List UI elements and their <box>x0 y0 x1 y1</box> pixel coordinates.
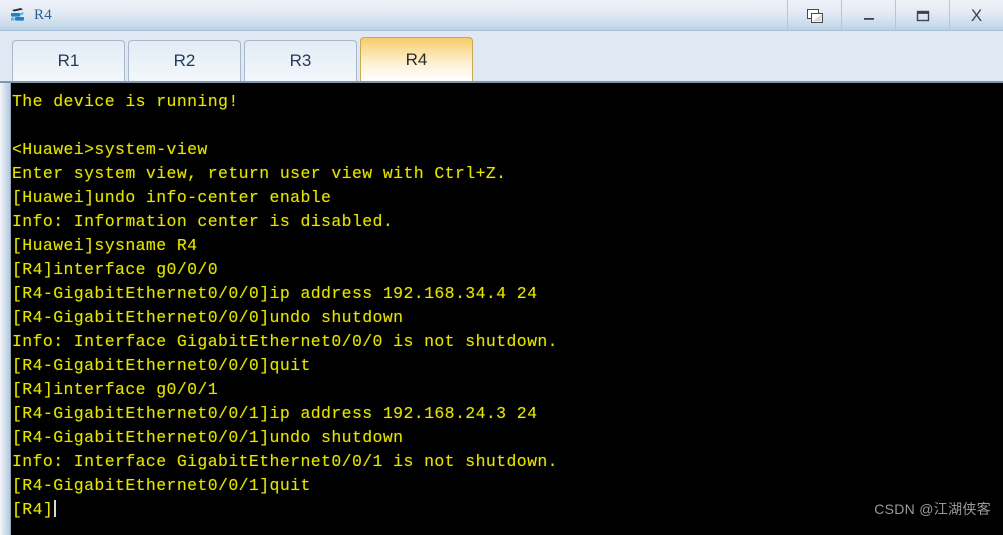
close-icon: X <box>970 6 983 25</box>
router-device-icon <box>8 5 28 25</box>
terminal-line: The device is running! <box>12 92 239 111</box>
maximize-icon <box>916 10 929 21</box>
terminal-line: [R4-GigabitEthernet0/0/0]quit <box>12 356 311 375</box>
terminal-prompt-line: [R4] <box>12 498 1003 522</box>
restore-button[interactable] <box>787 0 841 31</box>
text-cursor <box>54 500 57 517</box>
terminal-line: [R4-GigabitEthernet0/0/0]undo shutdown <box>12 308 404 327</box>
tab-r1[interactable]: R1 <box>12 40 125 81</box>
tab-label: R2 <box>173 51 196 70</box>
terminal-line: [R4-GigabitEthernet0/0/1]ip address 192.… <box>12 404 538 423</box>
tab-label: R3 <box>289 51 312 70</box>
window-title: R4 <box>34 6 52 23</box>
tab-list: R1 R2 R3 R4 <box>6 36 476 81</box>
terminal-line: [R4]interface g0/0/1 <box>12 380 219 399</box>
tab-label: R4 <box>405 49 428 69</box>
terminal-line: Info: Information center is disabled. <box>12 212 394 231</box>
terminal-line: Enter system view, return user view with… <box>12 164 507 183</box>
minimize-button[interactable] <box>841 0 895 31</box>
tabstrip: R1 R2 R3 R4 <box>0 31 1003 81</box>
terminal-output[interactable]: The device is running! <Huawei>system-vi… <box>12 83 1003 535</box>
tab-label: R1 <box>57 51 80 70</box>
window-titlebar: R4 X <box>0 0 1003 31</box>
window-controls: X <box>787 0 1003 31</box>
terminal-scrollbar[interactable] <box>0 83 11 535</box>
router-cli-window: R4 X R1 R2 R3 R4 The device is running! … <box>0 0 1003 535</box>
terminal-line: [R4]interface g0/0/0 <box>12 260 219 279</box>
maximize-button[interactable] <box>895 0 949 31</box>
terminal-line: [Huawei]sysname R4 <box>12 236 198 255</box>
terminal-prompt: [R4] <box>12 500 54 519</box>
close-button[interactable]: X <box>949 0 1003 31</box>
terminal-line: Info: Interface GigabitEthernet0/0/0 is … <box>12 332 558 351</box>
terminal-line: Info: Interface GigabitEthernet0/0/1 is … <box>12 452 558 471</box>
tab-r2[interactable]: R2 <box>128 40 241 81</box>
terminal-line: <Huawei>system-view <box>12 140 208 159</box>
terminal-line: [R4-GigabitEthernet0/0/1]undo shutdown <box>12 428 404 447</box>
terminal-line: [R4-GigabitEthernet0/0/1]quit <box>12 476 311 495</box>
watermark: CSDN @江湖侠客 <box>874 501 991 517</box>
terminal-panel: The device is running! <Huawei>system-vi… <box>0 81 1003 535</box>
terminal-line: [R4-GigabitEthernet0/0/0]ip address 192.… <box>12 284 538 303</box>
tab-r3[interactable]: R3 <box>244 40 357 81</box>
tab-r4[interactable]: R4 <box>360 37 473 81</box>
restore-icon <box>806 8 823 23</box>
terminal-line: [Huawei]undo info-center enable <box>12 188 332 207</box>
window-title-group: R4 <box>0 0 52 30</box>
minimize-icon <box>863 17 874 20</box>
